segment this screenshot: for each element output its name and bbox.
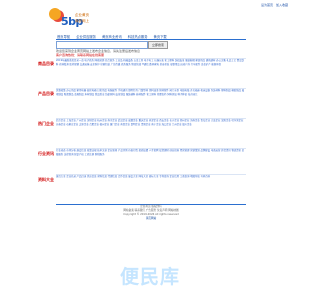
section-links[interactable]: 2019年最新黄页目录一览 电子商务 网络营销 综合商务 工业品 机械设备 五金… [56,59,246,66]
watermark: 便民库 [119,266,180,288]
nav-item-supply[interactable]: 企业供应服务 [75,34,97,39]
section-catalog: 商品目录 2019年最新黄页目录一览 电子商务 网络营销 综合商务 工业品 机械… [38,58,246,87]
section-label: 产品目录 [38,91,54,96]
logo-tagline-2: 商务网上 [75,19,89,23]
nav-item-news[interactable]: 黄页商业资讯 [101,34,123,39]
top-links: 设为首页 加入收藏 [259,3,288,7]
footer: 企业黄页 版权所有 网站备案 联系我们 广告服务 免责声明 网站地图 Copyr… [56,204,246,221]
section-label: 行业资讯 [38,151,54,156]
logo-tagline-1: 企业黄页 [75,13,89,17]
section-products: 产品目录 优惠政策 办公用品 家用电器 厨房电器 日化用品 电脑配件 手机通讯 … [38,88,246,117]
logo-mark-icon [49,8,61,20]
nav-item-tech[interactable]: 科技热点服务 [127,34,149,39]
search-button[interactable]: 立即搜索 [148,41,168,49]
add-favorite-link[interactable]: 加入收藏 [276,3,288,7]
section-industry-news: 行业资讯 行业动态 市场分析 展会信息 政策法规 技术文章 企业新闻 产品评测 … [38,148,246,173]
section-companies: 热门企业 北京企业 上海企业 广州企业 深圳企业 杭州企业 南京企业 武汉企业 … [38,118,246,147]
site-logo[interactable]: 5bp 企业黄页 商务网上 [49,6,95,30]
search-input[interactable] [56,41,148,49]
notice-box: 欢迎您来到企业黄页网站上发布企业信息，请先注册后发布信息 客户咨询热线：请联系网… [56,49,246,57]
section-links[interactable]: 黄页大全 企业名录 产品目录 供应信息 求购信息 代理信息 合作信息 展会大全 … [56,175,246,179]
notice-line-2: 客户咨询热线：请联系网站在线客服 [56,53,105,57]
section-resources: 资料大全 黄页大全 企业名录 产品目录 供应信息 求购信息 代理信息 合作信息 … [38,174,246,201]
section-links[interactable]: 行业动态 市场分析 展会信息 政策法规 技术文章 企业新闻 产品评测 价格行情 … [56,149,246,156]
section-links[interactable]: 北京企业 上海企业 广州企业 深圳企业 杭州企业 南京企业 武汉企业 成都企业 … [56,119,246,126]
section-label: 商品目录 [38,61,54,66]
nav-item-download[interactable]: 黄页下载 [153,34,168,39]
section-label: 热门企业 [38,121,54,126]
set-homepage-link[interactable]: 设为首页 [261,3,273,7]
main-nav: 首页导航 企业供应服务 黄页商业资讯 科技热点服务 黄页下载 [56,32,246,40]
footer-link[interactable]: 黄页网站 [56,217,246,221]
section-label: 资料大全 [38,177,54,182]
nav-item-home[interactable]: 首页导航 [56,34,71,39]
section-links[interactable]: 优惠政策 办公用品 家用电器 厨房电器 日化用品 电脑配件 手机通讯 照明灯具 … [56,89,246,96]
